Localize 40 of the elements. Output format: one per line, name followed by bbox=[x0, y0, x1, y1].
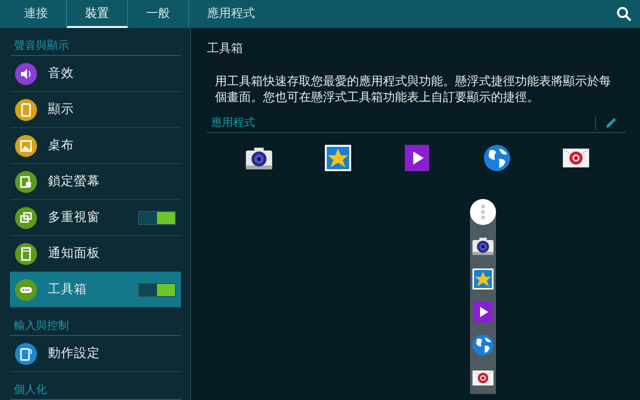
windows-icon bbox=[15, 206, 37, 228]
item-label: 顯示 bbox=[48, 101, 75, 118]
item-label: 通知面板 bbox=[48, 245, 101, 262]
section-header: 應用程式 bbox=[211, 115, 256, 130]
search-icon[interactable] bbox=[616, 6, 632, 22]
display-icon bbox=[15, 98, 37, 120]
globe-icon bbox=[482, 143, 512, 173]
item-label: 動作設定 bbox=[48, 345, 101, 362]
toggle-switch[interactable] bbox=[138, 210, 176, 224]
settings-item[interactable]: 工具箱 bbox=[10, 272, 181, 308]
globe-icon bbox=[471, 333, 495, 357]
tab[interactable]: 應用程式 bbox=[189, 0, 273, 28]
section-header: 個人化 bbox=[10, 372, 181, 400]
settings-item[interactable]: 音效 bbox=[10, 56, 181, 92]
gallery-icon bbox=[471, 267, 495, 291]
video-icon bbox=[471, 300, 495, 324]
gallery-icon bbox=[323, 143, 354, 173]
pencil-icon[interactable] bbox=[604, 116, 618, 130]
panel-icon bbox=[15, 242, 37, 264]
settings-item[interactable]: 動作設定 bbox=[10, 336, 181, 372]
dots-icon bbox=[15, 278, 37, 300]
page-title: 工具箱 bbox=[207, 40, 244, 57]
picture-icon bbox=[15, 134, 37, 156]
section-header: 輸入與控制 bbox=[10, 308, 181, 336]
settings-item[interactable]: 顯示 bbox=[10, 92, 181, 128]
item-label: 工具箱 bbox=[48, 281, 88, 298]
speaker-icon bbox=[15, 62, 37, 84]
section-header: 聲音與顯示 bbox=[10, 28, 181, 56]
item-label: 音效 bbox=[48, 65, 75, 82]
settings-item[interactable]: 多重視窗 bbox=[10, 200, 181, 236]
item-label: 多重視窗 bbox=[48, 209, 101, 226]
menu-dots-icon[interactable] bbox=[470, 199, 496, 225]
settings-item[interactable]: 鎖定螢幕 bbox=[10, 164, 181, 200]
motion-icon bbox=[15, 342, 37, 364]
toggle-switch[interactable] bbox=[138, 282, 176, 296]
settings-item[interactable]: 桌布 bbox=[10, 128, 181, 164]
floating-toolbar[interactable] bbox=[470, 199, 496, 394]
item-label: 桌布 bbox=[48, 137, 75, 154]
item-label: 鎖定螢幕 bbox=[48, 173, 101, 190]
description-text: 用工具箱快速存取您最愛的應用程式與功能。懸浮式捷徑功能表將顯示於每個畫面。您也可在懸浮式工具箱功能表上自訂要顯示的捷徑。 bbox=[215, 73, 612, 105]
